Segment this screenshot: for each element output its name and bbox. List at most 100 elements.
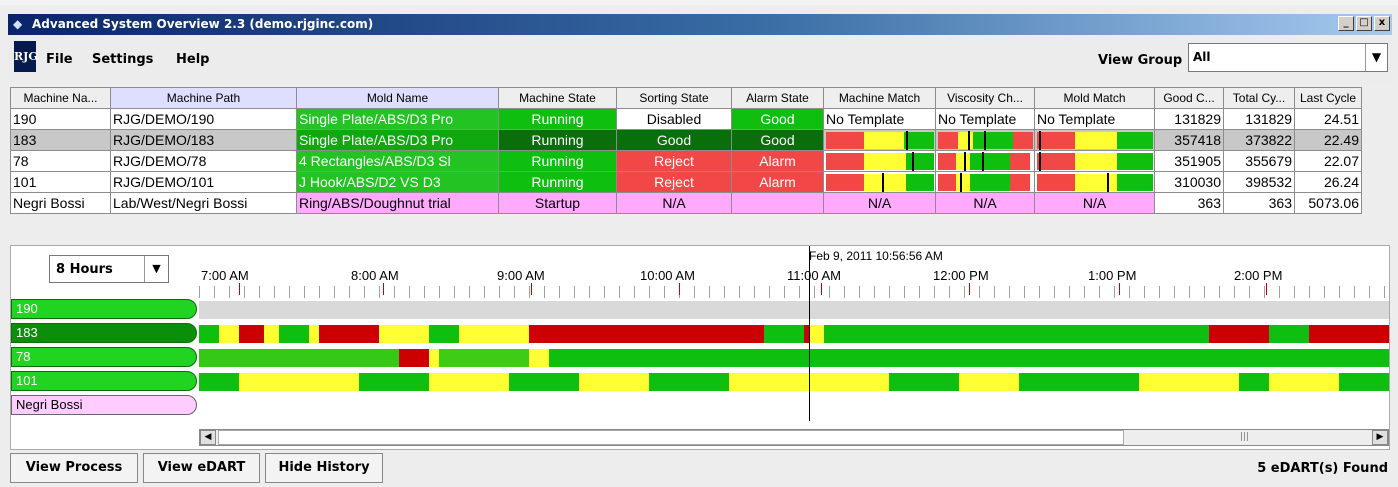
cell-alarm-state: Good xyxy=(731,108,824,130)
col-sorting-state[interactable]: Sorting State xyxy=(616,87,732,109)
hour-tick xyxy=(1266,283,1267,295)
time-range-select[interactable]: 8 Hours ▼ xyxy=(49,255,169,283)
history-machine-190[interactable]: 190 xyxy=(11,299,197,319)
history-track-183 xyxy=(199,325,1389,343)
col-last-cycle[interactable]: Last Cycle xyxy=(1294,87,1362,109)
cell-alarm-state: Alarm xyxy=(731,150,824,172)
top-strip xyxy=(0,0,1398,5)
machine-table: Machine Na... Machine Path Mold Name Mac… xyxy=(10,87,1362,214)
maximize-button[interactable]: □ xyxy=(1356,16,1372,31)
cell-machine: 190 xyxy=(10,108,111,130)
history-track-78 xyxy=(199,349,1389,367)
menu-file[interactable]: File xyxy=(46,52,73,67)
cell-machine-match: N/A xyxy=(823,192,936,214)
cell-total: 398532 xyxy=(1223,171,1295,193)
table-row[interactable]: 183 RJG/DEMO/183 Single Plate/ABS/D3 Pro… xyxy=(10,129,1362,151)
history-track-190 xyxy=(199,301,1389,319)
menu-bar: RJG File Settings Help View Group All ▼ xyxy=(8,36,1392,84)
cell-mold-match xyxy=(1034,171,1155,193)
cell-good: 363 xyxy=(1154,192,1224,214)
scroll-left-icon[interactable]: ◀ xyxy=(200,430,216,445)
history-machine-101[interactable]: 101 xyxy=(11,371,197,391)
hide-history-button[interactable]: Hide History xyxy=(265,453,383,483)
cell-good: 351905 xyxy=(1154,150,1224,172)
col-viscosity[interactable]: Viscosity Ch... xyxy=(935,87,1035,109)
cell-machine-state: Startup xyxy=(498,192,617,214)
col-mold-name[interactable]: Mold Name xyxy=(296,87,499,109)
close-button[interactable]: x xyxy=(1374,16,1390,31)
title-bar: ◆ Advanced System Overview 2.3 (demo.rjg… xyxy=(8,14,1392,35)
view-group-select[interactable]: All ▼ xyxy=(1188,43,1388,72)
cell-viscosity xyxy=(935,150,1035,172)
cell-machine-state: Running xyxy=(498,108,617,130)
time-range-value: 8 Hours xyxy=(56,262,113,277)
history-machine-78[interactable]: 78 xyxy=(11,347,197,367)
cell-mold: Single Plate/ABS/D3 Pro xyxy=(296,108,499,130)
cell-machine-state: Running xyxy=(498,150,617,172)
time-label: 10:00 AM xyxy=(640,268,695,283)
status-text: 5 eDART(s) Found xyxy=(1257,461,1388,476)
cell-good: 131829 xyxy=(1154,108,1224,130)
cell-mold-match xyxy=(1034,150,1155,172)
cell-good: 357418 xyxy=(1154,129,1224,151)
time-label: 1:00 PM xyxy=(1088,268,1137,283)
history-machine-183[interactable]: 183 xyxy=(11,323,197,343)
view-process-button[interactable]: View Process xyxy=(10,453,138,483)
table-row[interactable]: Negri Bossi Lab/West/Negri Bossi Ring/AB… xyxy=(10,192,1362,214)
time-label: 11:00 AM xyxy=(787,268,841,283)
cell-last: 22.49 xyxy=(1294,129,1362,151)
table-row[interactable]: 190 RJG/DEMO/190 Single Plate/ABS/D3 Pro… xyxy=(10,108,1362,130)
cell-sorting-state: Reject xyxy=(616,171,732,193)
cell-viscosity xyxy=(935,171,1035,193)
cell-mold: J Hook/ABS/D2 VS D3 xyxy=(296,171,499,193)
scroll-thumb[interactable] xyxy=(218,430,1124,445)
chevron-down-icon[interactable]: ▼ xyxy=(144,256,168,282)
col-good-count[interactable]: Good C... xyxy=(1154,87,1224,109)
app-icon: ◆ xyxy=(13,17,23,31)
time-cursor[interactable] xyxy=(809,246,810,421)
cell-last: 5073.06 xyxy=(1294,192,1362,214)
table-row[interactable]: 101 RJG/DEMO/101 J Hook/ABS/D2 VS D3 Run… xyxy=(10,171,1362,193)
col-machine-path[interactable]: Machine Path xyxy=(110,87,297,109)
time-label: 12:00 PM xyxy=(933,268,989,283)
menu-settings[interactable]: Settings xyxy=(92,52,153,67)
view-group-value: All xyxy=(1193,50,1211,64)
chevron-down-icon[interactable]: ▼ xyxy=(1365,44,1387,71)
hour-tick xyxy=(1119,283,1120,295)
cell-total: 355679 xyxy=(1223,150,1295,172)
time-label: 7:00 AM xyxy=(201,268,249,283)
col-machine-match[interactable]: Machine Match xyxy=(823,87,936,109)
cell-machine-state: Running xyxy=(498,129,617,151)
cell-machine: 101 xyxy=(10,171,111,193)
cell-machine-state: Running xyxy=(498,171,617,193)
cell-last: 22.07 xyxy=(1294,150,1362,172)
cell-machine-match: No Template xyxy=(823,108,936,130)
cell-last: 24.51 xyxy=(1294,108,1362,130)
view-edart-button[interactable]: View eDART xyxy=(143,453,260,483)
history-scrollbar[interactable]: ◀ ||| ▶ xyxy=(199,429,1389,446)
col-machine-state[interactable]: Machine State xyxy=(498,87,617,109)
cell-machine: 78 xyxy=(10,150,111,172)
cursor-time: Feb 9, 2011 10:56:56 AM xyxy=(809,249,943,263)
cell-path: RJG/DEMO/183 xyxy=(110,129,297,151)
minimize-button[interactable]: _ xyxy=(1338,16,1354,31)
menu-help[interactable]: Help xyxy=(176,52,209,67)
time-label: 2:00 PM xyxy=(1234,268,1283,283)
cell-total: 363 xyxy=(1223,192,1295,214)
col-total-cycles[interactable]: Total Cy... xyxy=(1223,87,1295,109)
cell-machine: 183 xyxy=(10,129,111,151)
col-machine-name[interactable]: Machine Na... xyxy=(10,87,111,109)
history-machine-negri-bossi[interactable]: Negri Bossi xyxy=(11,395,197,415)
hour-tick xyxy=(531,283,532,295)
cell-sorting-state: Good xyxy=(616,129,732,151)
cell-mold-match xyxy=(1034,129,1155,151)
cell-sorting-state: Reject xyxy=(616,150,732,172)
col-mold-match[interactable]: Mold Match xyxy=(1034,87,1155,109)
col-alarm-state[interactable]: Alarm State xyxy=(731,87,824,109)
scroll-right-icon[interactable]: ▶ xyxy=(1372,430,1388,445)
cell-machine-match xyxy=(823,129,936,151)
rjg-logo: RJG xyxy=(14,41,38,72)
cell-path: RJG/DEMO/101 xyxy=(110,171,297,193)
cell-total: 131829 xyxy=(1223,108,1295,130)
table-row[interactable]: 78 RJG/DEMO/78 4 Rectangles/ABS/D3 Sl Ru… xyxy=(10,150,1362,172)
